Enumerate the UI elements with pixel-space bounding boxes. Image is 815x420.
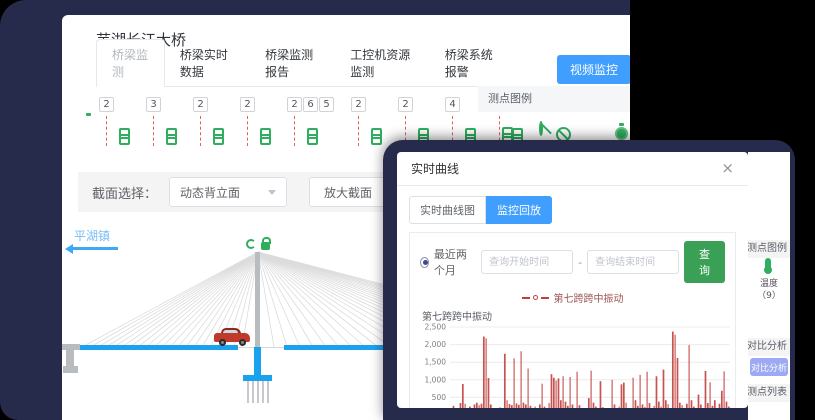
svg-text:1,000: 1,000 — [425, 375, 447, 384]
sensor-drop-line — [247, 116, 248, 146]
bridge-tower-base — [254, 347, 261, 377]
query-end-time-input[interactable] — [587, 250, 679, 274]
vibration-chart: 05001,0001,5002,0002,500时间 2018-09-30 16… — [420, 323, 725, 408]
chevron-down-icon — [268, 190, 276, 195]
realtime-curve-dialog: 实时曲线 × 实时曲线图监控回放 最近两个月 - 查询 — [397, 152, 748, 408]
compare-analysis-button[interactable]: 对比分析 — [750, 358, 788, 376]
sensor-group: 2 — [240, 97, 270, 154]
chain-icon[interactable] — [166, 128, 176, 144]
chain-icon[interactable] — [213, 128, 223, 144]
section-select-dropdown[interactable]: 动态背立面 — [169, 177, 287, 207]
sensor-count-badge[interactable]: 4 — [445, 97, 460, 112]
sensor-group: 2 — [193, 97, 223, 154]
sensor-drop-line — [153, 116, 154, 146]
desktop-background — [630, 0, 815, 146]
sensor-drop-line — [358, 116, 359, 146]
sensor-count-badge[interactable]: 2 — [398, 97, 413, 112]
dialog-tab-1[interactable]: 监控回放 — [486, 196, 552, 224]
chain-icon[interactable] — [260, 128, 270, 144]
lock-icon — [261, 242, 270, 250]
temperature-count: （9） — [748, 288, 790, 301]
video-monitor-button[interactable]: 视频监控 — [557, 55, 631, 84]
bridge-deck-gap — [238, 347, 284, 348]
bridge-tower — [255, 252, 260, 347]
sensor-count-badge[interactable]: 2 — [351, 97, 366, 112]
underlying-page-fragment: 测点图例 温度 （9） 对比分析 对比分析 测点列表 — [748, 152, 790, 420]
tab-2[interactable]: 桥梁监测报告 — [250, 40, 335, 86]
tab-0[interactable]: 桥梁监测 — [96, 39, 165, 87]
car-wheel — [239, 339, 246, 346]
enlarge-section-button[interactable]: 放大截面 — [309, 177, 387, 207]
vehicle-car — [214, 328, 250, 345]
front-window-frame: 测点图例 温度 （9） 对比分析 对比分析 测点列表 实时曲线 × 实时曲线图监… — [383, 140, 795, 420]
dialog-tab-pane: 最近两个月 - 查询 第七跨跨中振动 第七跨跨中振动 05001, — [409, 232, 736, 408]
chart-plot: 05001,0001,5002,0002,500时间 — [420, 323, 738, 408]
close-icon[interactable]: × — [721, 161, 734, 176]
sensor-drop-line — [294, 116, 295, 146]
bridge-piles — [247, 381, 269, 403]
thermometer-icon — [765, 258, 771, 269]
legend-panel-header: 测点图例 — [748, 240, 790, 258]
tab-3[interactable]: 工控机资源监测 — [335, 40, 429, 86]
sensor-count-badge[interactable]: 3 — [146, 97, 161, 112]
sensor-group: 2 — [99, 97, 129, 154]
legend-marker-icon — [533, 295, 538, 300]
svg-text:2,500: 2,500 — [425, 323, 447, 332]
chain-icon[interactable] — [307, 128, 317, 144]
sensor-count-badge[interactable]: 2 — [99, 97, 114, 112]
query-start-time-input[interactable] — [481, 250, 573, 274]
dialog-tab-0[interactable]: 实时曲线图 — [409, 196, 486, 224]
svg-text:500: 500 — [432, 393, 447, 402]
sensor-count-badge[interactable]: 6 — [303, 97, 318, 112]
legend-panel-header: 测点图例 — [478, 86, 630, 112]
screen: 芜湖长江大桥 桥梁监测桥梁实时数据桥梁监测报告工控机资源监测桥梁系统报警 视频监… — [0, 0, 815, 420]
dialog-tab-bar: 实时曲线图监控回放 — [409, 196, 736, 224]
sensor-count-badge[interactable]: 5 — [319, 97, 334, 112]
sensor-drop-line — [106, 116, 107, 146]
refresh-icon — [246, 239, 256, 249]
sensor-group: 265 — [287, 97, 334, 154]
chain-icon[interactable] — [371, 128, 381, 144]
chain-icon[interactable] — [119, 128, 129, 144]
tab-1[interactable]: 桥梁实时数据 — [165, 40, 250, 86]
section-select-label: 截面选择： — [92, 183, 157, 202]
svg-text:2,000: 2,000 — [425, 340, 447, 349]
sensor-count-badge[interactable]: 2 — [287, 97, 302, 112]
sensor-drop-line — [200, 116, 201, 146]
svg-text:1,500: 1,500 — [425, 358, 447, 367]
query-controls: 最近两个月 - 查询 — [420, 241, 725, 283]
recent-two-months-radio[interactable] — [420, 257, 429, 268]
compare-analysis-header: 对比分析 — [748, 338, 790, 356]
dialog-header: 实时曲线 × — [397, 152, 748, 186]
legend-marker-icon — [541, 297, 549, 299]
recent-two-months-label: 最近两个月 — [434, 246, 476, 278]
point-list-header: 测点列表 — [748, 384, 790, 402]
dialog-title: 实时曲线 — [411, 160, 459, 177]
chart-title: 第七跨跨中振动 — [422, 308, 725, 323]
sensor-count-badge[interactable]: 2 — [193, 97, 208, 112]
chart-legend[interactable]: 第七跨跨中振动 — [420, 290, 725, 305]
car-wheel — [219, 339, 226, 346]
section-select-value: 动态背立面 — [180, 184, 240, 201]
tab-4[interactable]: 桥梁系统报警 — [430, 40, 515, 86]
sensor-count-badge[interactable]: 2 — [240, 97, 255, 112]
legend-marker-icon — [522, 297, 530, 299]
timer-icon — [615, 127, 628, 140]
date-range-separator: - — [578, 256, 582, 269]
main-tab-bar: 桥梁监测桥梁实时数据桥梁监测报告工控机资源监测桥梁系统报警 — [96, 59, 515, 87]
legend-series-label: 第七跨跨中振动 — [554, 290, 624, 305]
sensor-group: 3 — [146, 97, 176, 154]
bridge-deck — [72, 345, 238, 350]
bridge-abutment — [63, 366, 78, 373]
sensor-group: 2 — [351, 97, 381, 154]
query-button[interactable]: 查询 — [684, 241, 725, 283]
